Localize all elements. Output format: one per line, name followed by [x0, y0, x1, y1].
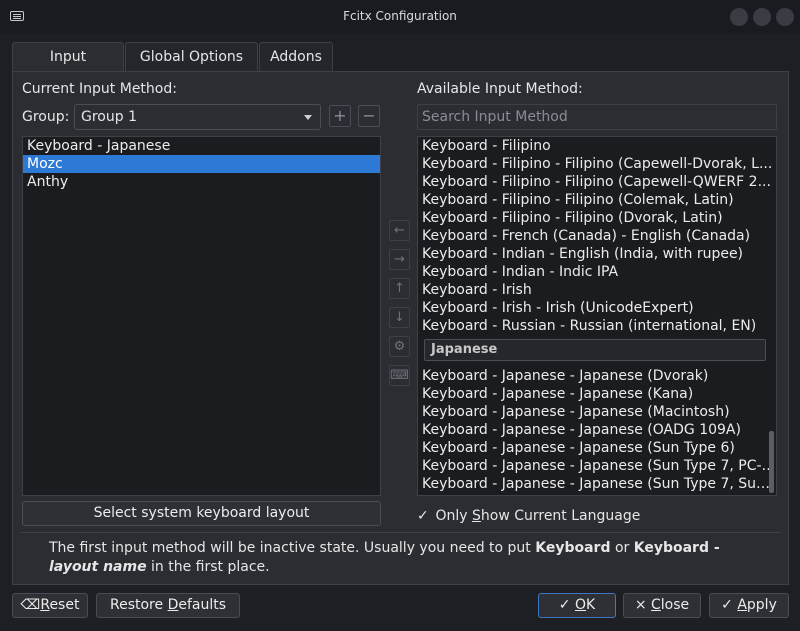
available-items-bottom: Keyboard - Japanese - Japanese (Dvorak) …: [418, 367, 776, 493]
list-item[interactable]: Keyboard - Japanese - Japanese (Sun Type…: [418, 439, 776, 457]
tab-input-method[interactable]: Input Method: [12, 42, 124, 93]
list-item[interactable]: Keyboard - Filipino - Filipino (Colemak,…: [418, 191, 776, 209]
select-system-keyboard-layout-button[interactable]: Select system keyboard layout: [22, 501, 381, 526]
checkbox-label-mnemonic: S: [471, 508, 481, 524]
minimize-button[interactable]: [730, 8, 748, 26]
checkbox-label-post: how Current Language: [480, 508, 641, 524]
info-text-bold: Keyboard: [535, 540, 611, 556]
list-item[interactable]: Keyboard - Japanese - Japanese (OADG 109…: [418, 421, 776, 439]
close-mnemonic: C: [651, 597, 661, 613]
check-icon: ✓: [721, 597, 733, 613]
restore-mnemonic: D: [167, 597, 179, 613]
ok-label-rest: K: [586, 597, 596, 613]
group-select-value: Group 1: [81, 109, 137, 125]
gear-icon[interactable]: ⚙: [389, 336, 410, 357]
remove-group-button[interactable]: −: [358, 105, 380, 127]
arrow-down-icon[interactable]: ↓: [389, 307, 410, 328]
backspace-icon: ⌫: [20, 597, 41, 613]
group-header-japanese: Japanese: [424, 339, 766, 361]
list-item[interactable]: Keyboard - Japanese - Japanese (Kana): [418, 385, 776, 403]
list-item[interactable]: Keyboard - Japanese - Japanese (Sun Type…: [418, 475, 776, 493]
close-label-rest: lose: [660, 597, 690, 613]
close-button[interactable]: × Close: [623, 593, 701, 618]
available-input-method-list[interactable]: Keyboard - Filipino Keyboard - Filipino …: [417, 136, 777, 496]
maximize-button[interactable]: [753, 8, 771, 26]
arrow-up-icon[interactable]: ↑: [389, 278, 410, 299]
ok-button[interactable]: ✓ OK: [538, 593, 616, 618]
info-text: The first input method will be inactive …: [49, 539, 769, 577]
arrow-right-icon[interactable]: →: [389, 249, 410, 270]
list-item[interactable]: Keyboard - Filipino - Filipino (Capewell…: [418, 155, 776, 173]
list-item[interactable]: Keyboard - Filipino - Filipino (Capewell…: [418, 173, 776, 191]
list-item[interactable]: Keyboard - Filipino - Filipino (Dvorak, …: [418, 209, 776, 227]
checkbox-label-pre: Only: [435, 508, 472, 524]
apply-label-rest: pply: [746, 597, 777, 613]
available-input-method-heading: Available Input Method:: [417, 81, 583, 97]
restore-label-pre: Restore: [109, 597, 168, 613]
tab-addons[interactable]: Addons: [259, 42, 333, 72]
apply-button[interactable]: ✓ Apply: [709, 593, 789, 618]
info-text-part: or: [610, 540, 634, 556]
list-item[interactable]: Keyboard - Filipino: [418, 137, 776, 155]
search-input[interactable]: Search Input Method: [417, 104, 777, 130]
keyboard-icon[interactable]: ⌨: [389, 365, 410, 386]
list-item[interactable]: Keyboard - Japanese - Japanese (Dvorak): [418, 367, 776, 385]
arrow-left-icon[interactable]: ←: [389, 220, 410, 241]
scrollbar-thumb[interactable]: [769, 431, 774, 493]
list-item[interactable]: Anthy: [23, 173, 380, 191]
tab-global-options[interactable]: Global Options: [125, 42, 258, 72]
divider: [21, 532, 781, 533]
add-group-button[interactable]: +: [329, 105, 351, 127]
input-method-panel: Current Input Method: Group: Group 1 + −…: [12, 71, 789, 585]
apply-mnemonic: A: [737, 597, 747, 613]
current-input-method-heading: Current Input Method:: [22, 81, 177, 97]
check-icon: ✓: [558, 597, 571, 613]
list-item[interactable]: Keyboard - Japanese: [23, 137, 380, 155]
list-item[interactable]: Keyboard - Russian - Russian (internatio…: [418, 317, 776, 335]
ok-mnemonic: O: [574, 597, 587, 613]
close-icon: ×: [634, 597, 647, 613]
restore-defaults-button[interactable]: Restore Defaults: [96, 593, 240, 618]
list-item[interactable]: Keyboard - Japanese - Japanese (Sun Type…: [418, 457, 776, 475]
info-text-bold: Keyboard -: [633, 540, 720, 556]
reset-button[interactable]: ⌫Reset: [12, 593, 88, 618]
list-item[interactable]: Keyboard - Irish: [418, 281, 776, 299]
window-title: Fcitx Configuration: [343, 9, 457, 23]
group-select[interactable]: Group 1: [74, 104, 321, 130]
list-item[interactable]: Keyboard - French (Canada) - English (Ca…: [418, 227, 776, 245]
chevron-down-icon: [304, 115, 312, 120]
list-item[interactable]: Keyboard - Indian - Indic IPA: [418, 263, 776, 281]
restore-label-rest: efaults: [178, 597, 227, 613]
info-text-part: in the first place.: [146, 559, 270, 575]
list-item[interactable]: Keyboard - Indian - English (India, with…: [418, 245, 776, 263]
available-items-top: Keyboard - Filipino Keyboard - Filipino …: [418, 137, 776, 335]
only-show-current-language-checkbox[interactable]: ✓ Only Show Current Language: [417, 506, 640, 526]
title-bar: Fcitx Configuration: [0, 0, 800, 34]
reset-label-rest: eset: [49, 597, 80, 613]
close-window-button[interactable]: [776, 8, 794, 26]
list-item-selected[interactable]: Mozc: [23, 155, 380, 173]
list-item[interactable]: Keyboard - Irish - Irish (UnicodeExpert): [418, 299, 776, 317]
info-text-italic: layout name: [49, 559, 147, 575]
current-input-method-list[interactable]: Keyboard - Japanese Mozc Anthy: [22, 136, 381, 496]
list-item[interactable]: Keyboard - Japanese - Japanese (Macintos…: [418, 403, 776, 421]
group-label: Group:: [22, 109, 70, 125]
check-icon: ✓: [417, 508, 429, 524]
info-text-part: The first input method will be inactive …: [49, 540, 536, 556]
